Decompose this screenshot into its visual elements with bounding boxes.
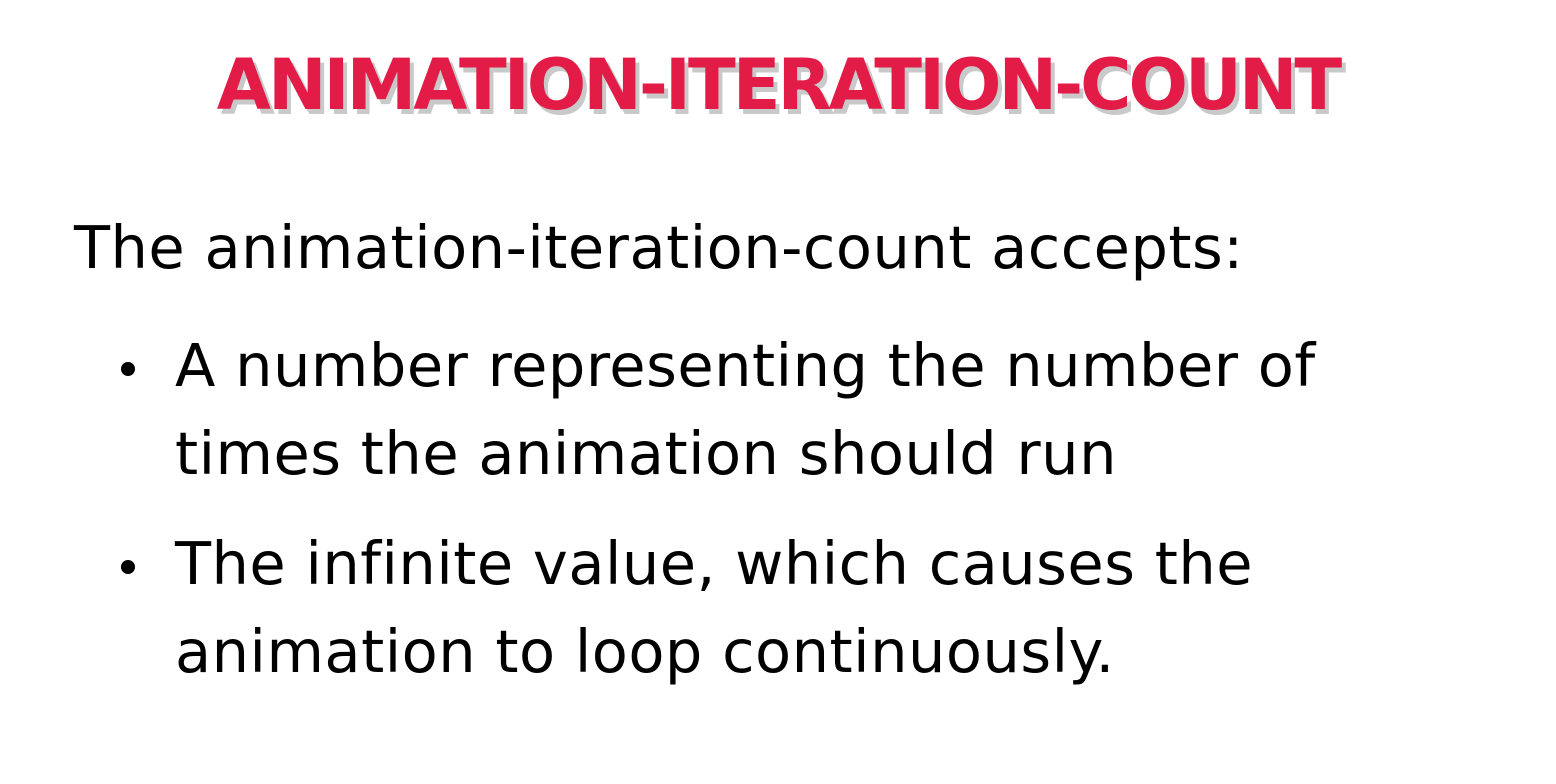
list-item: The infinite value, which causes the ani… (121, 520, 1515, 696)
intro-text: The animation-iteration-count accepts: (74, 213, 1244, 282)
bullet-text-line: times the animation should run (175, 419, 1117, 488)
list-item: A number representing the number of time… (121, 322, 1515, 498)
page-title: ANIMATION-ITERATION-COUNT (216, 44, 1342, 126)
bullet-icon (121, 560, 135, 574)
bullet-text-line: A number representing the number of (175, 331, 1316, 400)
bullet-text-line: animation to loop continuously. (175, 617, 1115, 686)
bullet-text-line: The infinite value, which causes the (175, 529, 1254, 598)
bullet-icon (121, 362, 135, 376)
